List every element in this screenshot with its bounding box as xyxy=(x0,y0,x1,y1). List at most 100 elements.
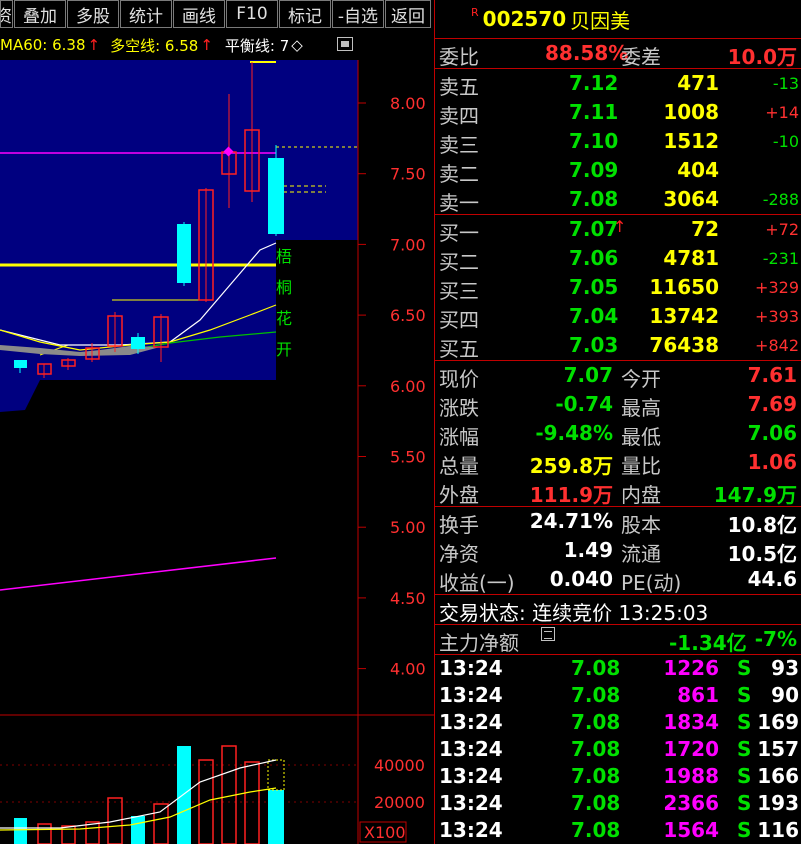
sell-level-volume: 404 xyxy=(677,158,719,182)
buy-level-row[interactable]: 买三 7.05 11650 +329 xyxy=(435,273,801,303)
stat-price-open: 现价 7.07 今开 7.61 xyxy=(435,361,801,391)
buy-level-delta: +329 xyxy=(755,278,799,297)
sell-level-row[interactable]: 卖一 7.08 3064 -288 xyxy=(435,185,801,215)
stat-eps-pe-label-2: PE(动) xyxy=(621,571,682,595)
tick-row[interactable]: 13:24 7.08 1226 S 93 xyxy=(435,655,801,682)
toolbar-button-remove-watchlist[interactable]: -自选 xyxy=(332,0,384,28)
up-arrow-icon: ↑ xyxy=(613,217,627,236)
buy-level-label: 买五 xyxy=(439,337,479,361)
stat-turnover-capital-value-1: 24.71% xyxy=(529,509,613,533)
toolbar-button-back[interactable]: 返回 xyxy=(385,0,431,28)
stock-name: 贝因美 xyxy=(570,8,631,33)
buy-level-delta: +842 xyxy=(755,336,799,355)
price-axis-label: 5.50 xyxy=(390,448,426,467)
stat-change-high-label-1: 涨跌 xyxy=(439,396,479,420)
buy-level-delta: +72 xyxy=(765,220,799,239)
tick-price: 7.08 xyxy=(571,818,621,842)
tick-count: 116 xyxy=(757,818,799,842)
tick-price: 7.08 xyxy=(571,683,621,707)
buy-level-row[interactable]: 买二 7.06 4781 -231 xyxy=(435,244,801,274)
toolbar-button-statistics[interactable]: 统计 xyxy=(120,0,172,28)
toolbar-button-f10[interactable]: F10 xyxy=(226,0,278,28)
buy-level-row[interactable]: 买一 7.07 ↑ 72 +72 xyxy=(435,215,801,245)
kline-chart[interactable]: 8.00 7.50 7.00 6.50 6.00 5.50 5.00 4.50 4.00 400… xyxy=(0,0,434,844)
buy-level-price: 7.07 xyxy=(569,217,619,241)
stat-eps-pe-label-1: 收益(一) xyxy=(439,571,515,595)
sell-level-row[interactable]: 卖五 7.12 471 -13 xyxy=(435,69,801,99)
tick-count: 166 xyxy=(757,764,799,788)
stat-change-high: 涨跌 -0.74 最高 7.69 xyxy=(435,390,801,420)
tick-side: S xyxy=(737,683,752,707)
tick-volume: 861 xyxy=(677,683,719,707)
margin-mark: R xyxy=(471,5,479,19)
tick-list[interactable]: 13:24 7.08 1226 S 93 13:24 7.08 861 S 90 13:24 7.08… xyxy=(435,655,801,844)
volume-axis-label: 40000 xyxy=(374,756,425,775)
sell-level-row[interactable]: 卖二 7.09 404 xyxy=(435,156,801,186)
panel-toggle-icon[interactable] xyxy=(337,37,353,51)
tick-row[interactable]: 13:24 7.08 861 S 90 xyxy=(435,682,801,709)
buy-level-delta: -231 xyxy=(762,249,799,268)
stat-volume-ratio-value-2: 1.06 xyxy=(747,450,797,474)
list-icon[interactable] xyxy=(541,627,555,641)
sell-level-row[interactable]: 卖四 7.11 1008 +14 xyxy=(435,98,801,128)
volume-axis-label: 20000 xyxy=(374,793,425,812)
tick-row[interactable]: 13:24 7.08 1564 S 116 xyxy=(435,817,801,844)
tick-volume: 2366 xyxy=(663,791,719,815)
toolbar-button-zi[interactable]: 资 xyxy=(0,0,13,28)
pingheng-label: 平衡线: 7 xyxy=(224,36,290,55)
buy-level-price: 7.04 xyxy=(569,304,619,328)
buy-level-row[interactable]: 买四 7.04 13742 +393 xyxy=(435,302,801,332)
tick-time: 13:24 xyxy=(439,656,503,680)
vertical-text-char: 开 xyxy=(276,340,292,359)
main-net-row[interactable]: 主力净额 -1.34亿 -7% xyxy=(435,625,801,655)
stat-pct-low: 涨幅 -9.48% 最低 7.06 xyxy=(435,419,801,449)
tick-price: 7.08 xyxy=(571,791,621,815)
sell-level-row[interactable]: 卖三 7.10 1512 -10 xyxy=(435,127,801,157)
price-axis-label: 7.50 xyxy=(390,165,426,184)
toolbar-button-multi-stock[interactable]: 多股 xyxy=(67,0,119,28)
indicator-strip: MA60: 6.38 ↑ 多空线: 6.58 ↑ 平衡线: 7 ◇ xyxy=(0,31,360,59)
toolbar-button-draw-line[interactable]: 画线 xyxy=(173,0,225,28)
sell-level-volume: 1008 xyxy=(663,100,719,124)
sell-level-price: 7.11 xyxy=(569,100,619,124)
tick-row[interactable]: 13:24 7.08 1834 S 169 xyxy=(435,709,801,736)
stat-price-open-value-2: 7.61 xyxy=(747,363,797,387)
toolbar-button-mark[interactable]: 标记 xyxy=(279,0,331,28)
stat-price-open-label-2: 今开 xyxy=(621,367,661,391)
tick-count: 193 xyxy=(757,791,799,815)
buy-level-row[interactable]: 买五 7.03 76438 +842 xyxy=(435,331,801,361)
buy-level-label: 买四 xyxy=(439,308,479,332)
volume-unit-label: X100 xyxy=(364,823,406,842)
tick-row[interactable]: 13:24 7.08 1988 S 166 xyxy=(435,763,801,790)
stat-outer-inner-value-2: 147.9万 xyxy=(713,483,797,507)
stock-header: R 002570 贝因美 xyxy=(435,0,801,38)
duokong-label: 多空线: 6.58 xyxy=(110,36,199,55)
tick-row[interactable]: 13:24 7.08 2366 S 193 xyxy=(435,790,801,817)
vertical-text-char: 花 xyxy=(276,309,292,328)
tick-time: 13:24 xyxy=(439,791,503,815)
stat-eps-pe-value-1: 0.040 xyxy=(549,567,613,591)
tick-time: 13:24 xyxy=(439,737,503,761)
weicha-label: 委差 xyxy=(621,45,661,69)
tick-count: 157 xyxy=(757,737,799,761)
sell-level-price: 7.12 xyxy=(569,71,619,95)
weibi-label: 委比 xyxy=(439,45,479,69)
stat-pct-low-label-1: 涨幅 xyxy=(439,425,479,449)
stat-turnover-capital-label-1: 换手 xyxy=(439,513,479,537)
stat-pct-low-value-2: 7.06 xyxy=(747,421,797,445)
sell-level-label: 卖四 xyxy=(439,104,479,128)
ma60-line xyxy=(0,557,277,591)
tick-volume: 1564 xyxy=(663,818,719,842)
sell-level-delta: +14 xyxy=(765,103,799,122)
stat-outer-inner-label-1: 外盘 xyxy=(439,483,479,507)
stat-turnover-capital-label-2: 股本 xyxy=(621,513,661,537)
buy-level-price: 7.05 xyxy=(569,275,619,299)
tick-row[interactable]: 13:24 7.08 1720 S 157 xyxy=(435,736,801,763)
diamond-icon: ◇ xyxy=(291,36,303,54)
duokong-up-arrow-icon: ↑ xyxy=(200,36,213,54)
toolbar-button-overlay[interactable]: 叠加 xyxy=(14,0,66,28)
weibi-row: 委比 88.58% 委差 10.0万 xyxy=(435,39,801,69)
sell-level-price: 7.08 xyxy=(569,187,619,211)
vertical-text-char: 梧 xyxy=(276,247,292,266)
stat-turnover-capital: 换手 24.71% 股本 10.8亿 xyxy=(435,507,801,537)
